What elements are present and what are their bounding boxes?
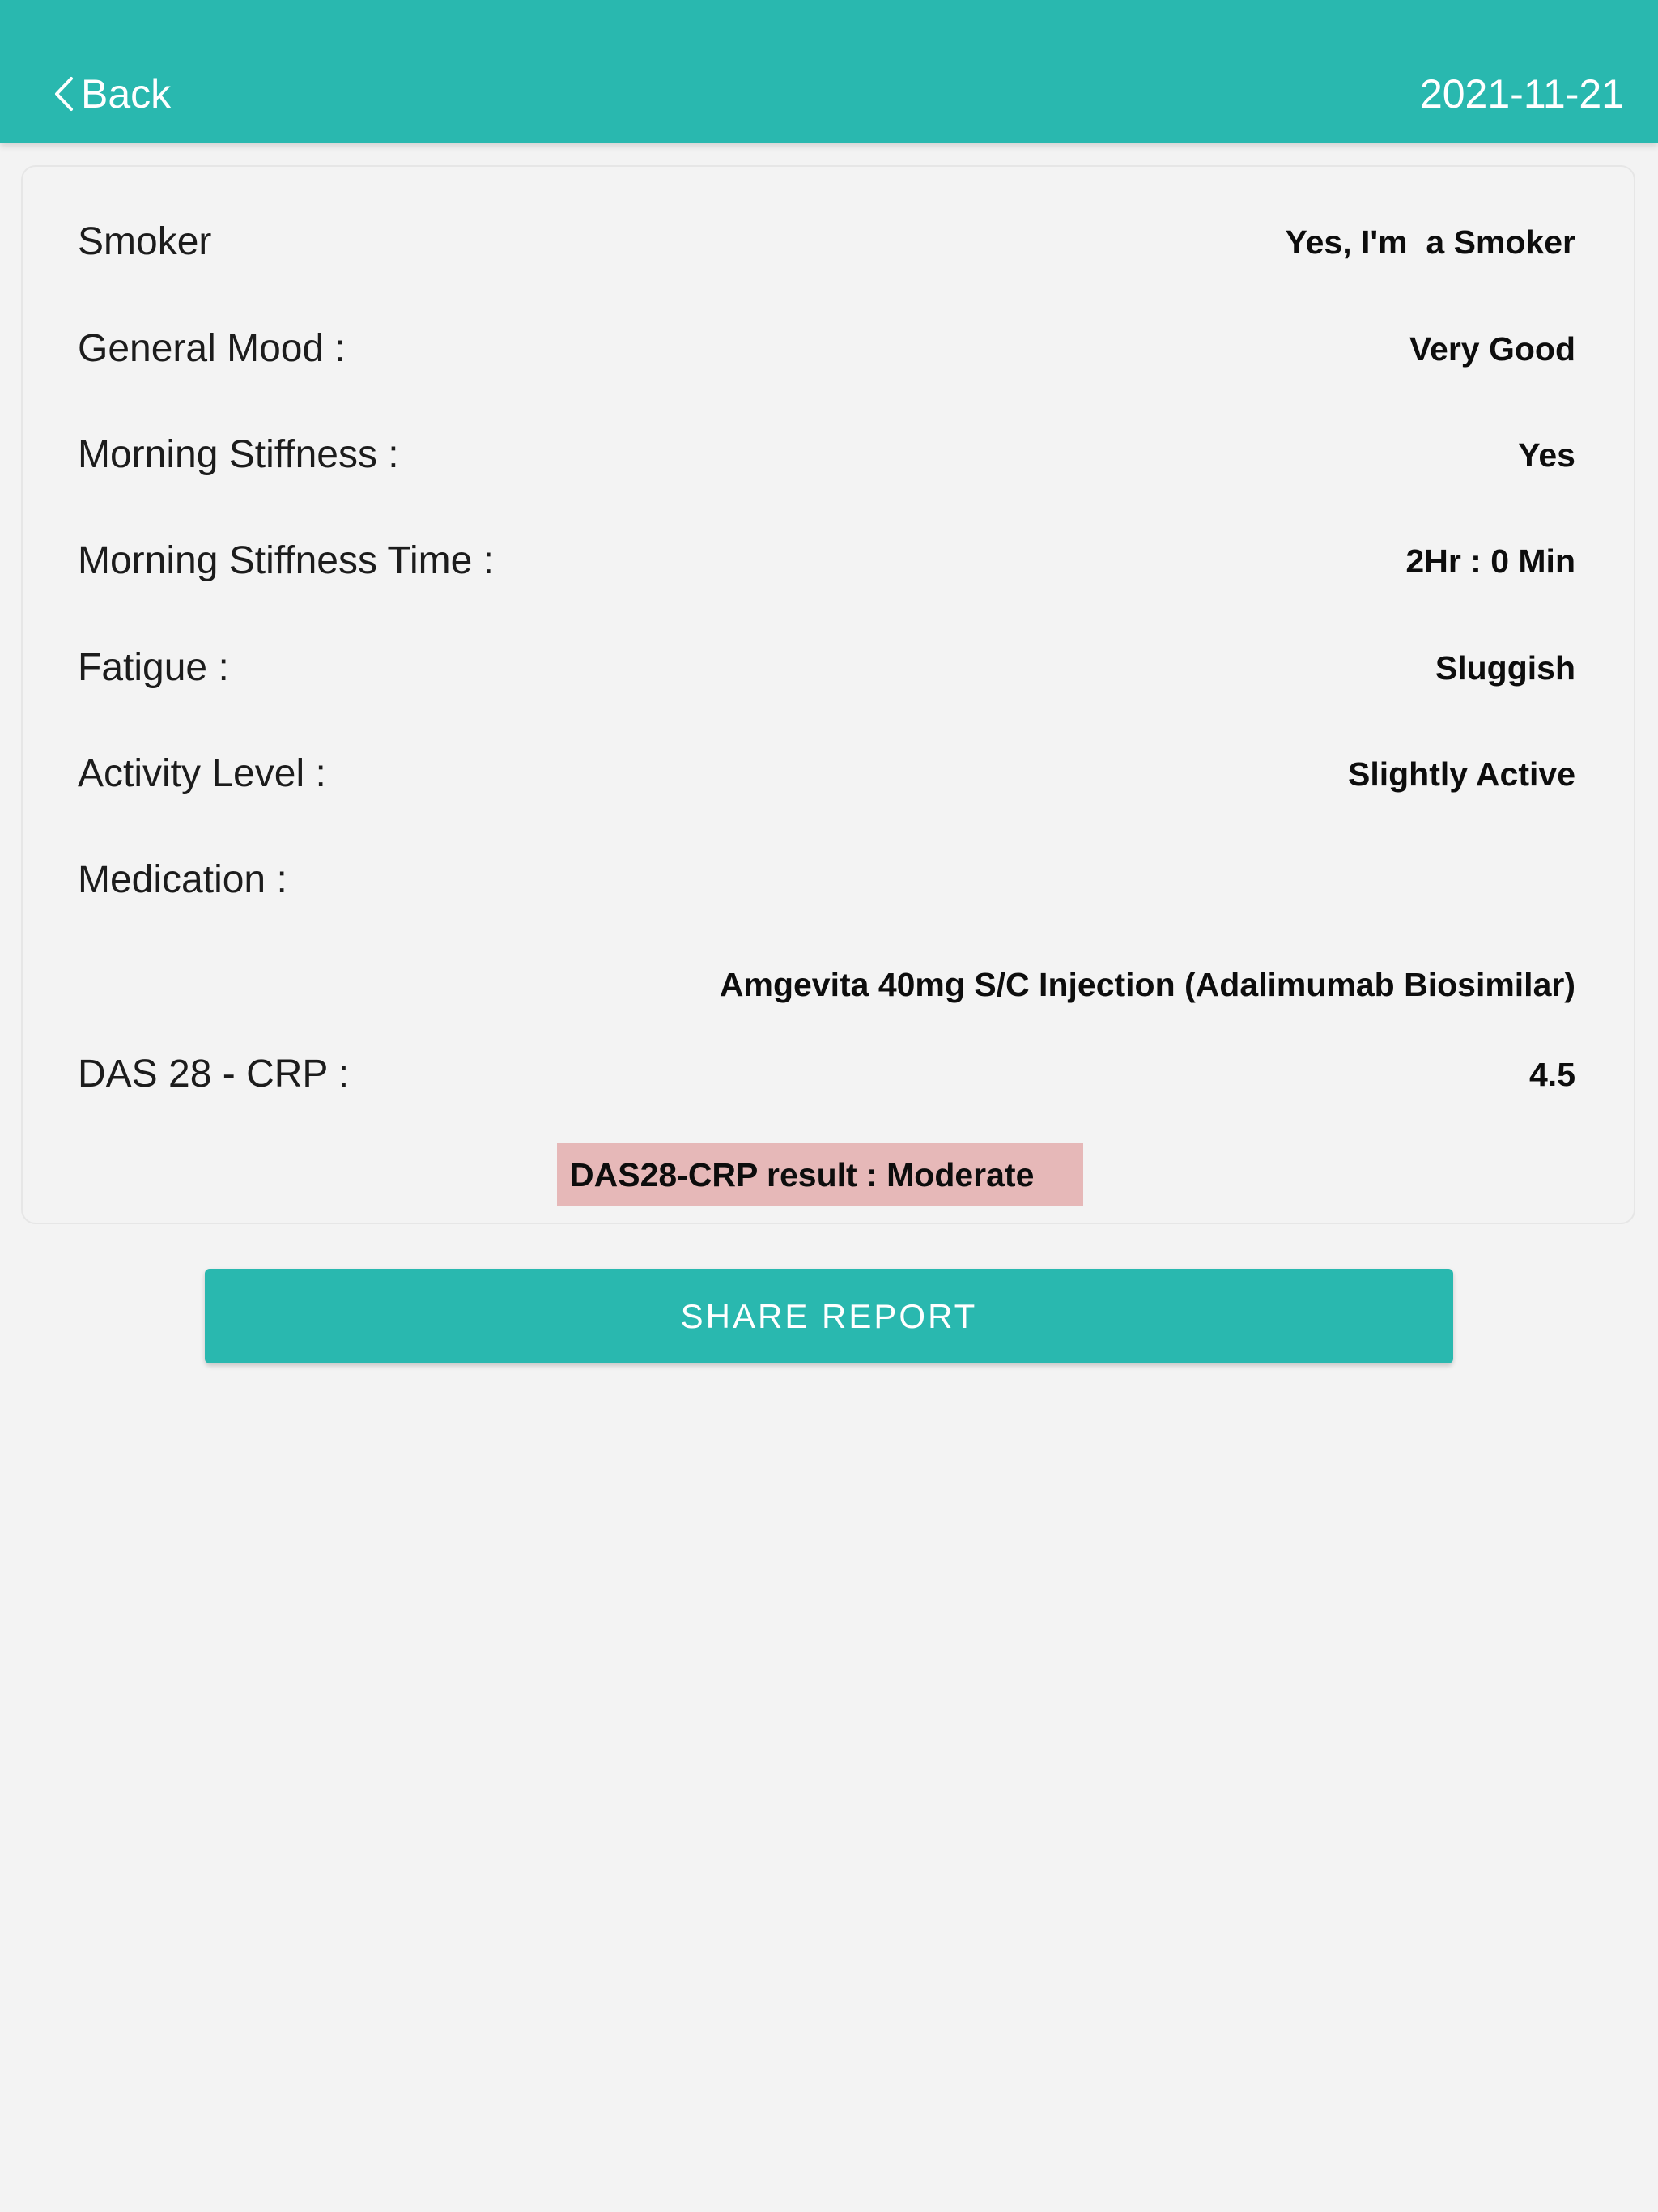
activity-level-label: Activity Level : (78, 752, 326, 795)
fatigue-value: Sluggish (1435, 649, 1575, 687)
back-button[interactable]: Back (52, 68, 171, 120)
row-medication-value: Amgevita 40mg S/C Injection (Adalimumab … (23, 956, 1634, 1013)
row-das28-crp: DAS 28 - CRP : 4.5 (23, 1046, 1634, 1103)
activity-level-value: Slightly Active (1348, 755, 1575, 793)
row-general-mood: General Mood : Very Good (23, 321, 1634, 377)
das28-crp-value: 4.5 (1529, 1056, 1575, 1093)
medication-label: Medication : (78, 858, 287, 901)
row-morning-stiffness: Morning Stiffness : Yes (23, 427, 1634, 483)
chevron-left-icon (55, 77, 73, 111)
smoker-value: Yes, I'm a Smoker (1285, 223, 1575, 261)
das28-result-badge: DAS28-CRP result : Moderate (557, 1143, 1083, 1206)
row-morning-stiffness-time: Morning Stiffness Time : 2Hr : 0 Min (23, 533, 1634, 589)
report-card: Smoker Yes, I'm a Smoker General Mood : … (21, 165, 1635, 1224)
morning-stiffness-label: Morning Stiffness : (78, 433, 399, 476)
row-fatigue: Fatigue : Sluggish (23, 640, 1634, 696)
row-medication-label: Medication : (23, 852, 1634, 908)
morning-stiffness-value: Yes (1518, 436, 1575, 474)
smoker-label: Smoker (78, 220, 212, 263)
row-activity-level: Activity Level : Slightly Active (23, 746, 1634, 802)
top-bar: Back 2021-11-21 (0, 0, 1658, 143)
general-mood-value: Very Good (1409, 330, 1575, 368)
general-mood-label: General Mood : (78, 327, 346, 370)
fatigue-label: Fatigue : (78, 646, 229, 689)
das28-crp-label: DAS 28 - CRP : (78, 1053, 350, 1095)
report-date: 2021-11-21 (1419, 71, 1624, 117)
morning-stiffness-time-value: 2Hr : 0 Min (1405, 542, 1575, 580)
share-report-button[interactable]: SHARE REPORT (205, 1269, 1453, 1363)
morning-stiffness-time-label: Morning Stiffness Time : (78, 539, 494, 582)
row-smoker: Smoker Yes, I'm a Smoker (23, 214, 1634, 270)
back-label: Back (81, 71, 172, 117)
medication-value: Amgevita 40mg S/C Injection (Adalimumab … (719, 966, 1575, 1003)
